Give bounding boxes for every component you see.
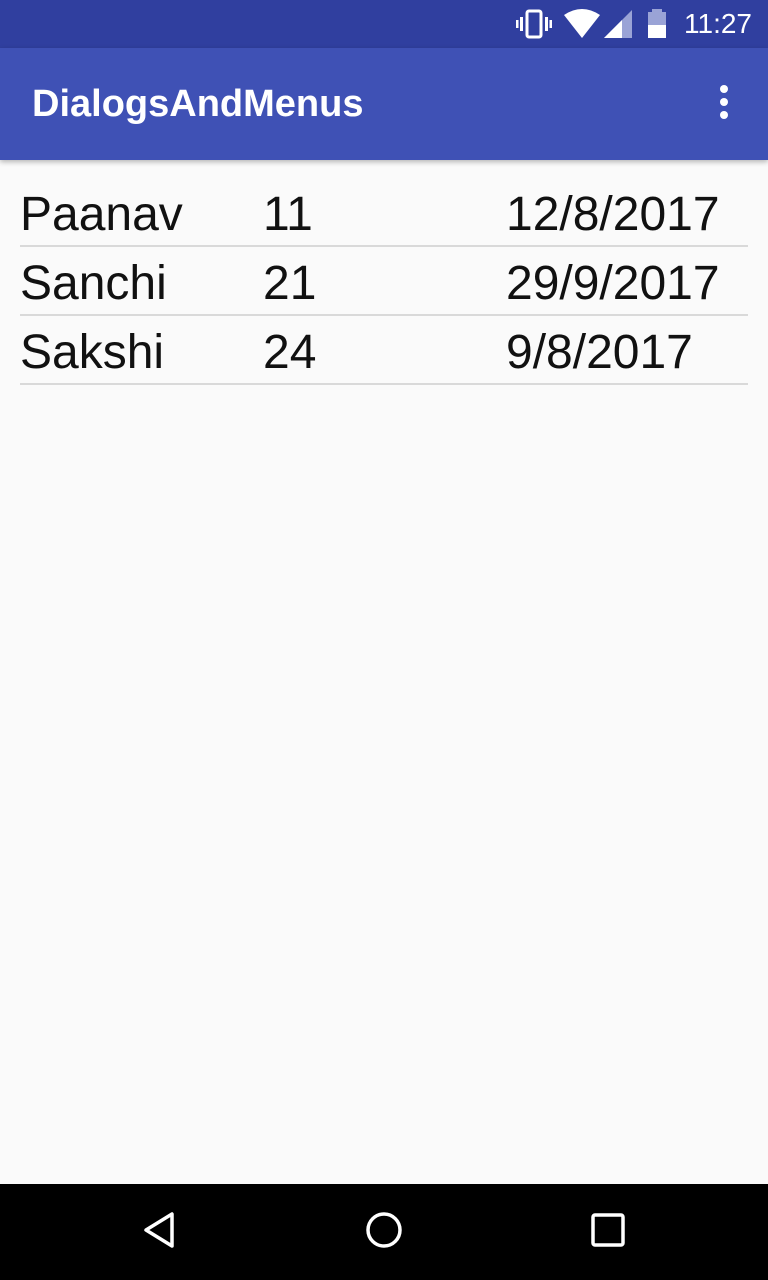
- app-bar: DialogsAndMenus: [0, 48, 768, 160]
- signal-icon: [602, 8, 634, 45]
- list-item-age: 24: [263, 326, 317, 379]
- list-item-name: Sanchi: [20, 257, 167, 310]
- back-button[interactable]: [136, 1208, 184, 1256]
- list-item-date: 9/8/2017: [506, 326, 693, 379]
- battery-icon: [645, 8, 669, 45]
- vibrate-icon: [516, 8, 552, 45]
- wifi-icon: [563, 8, 601, 45]
- list-item[interactable]: Sanchi 21 29/9/2017: [20, 247, 748, 316]
- recents-icon: [590, 1212, 626, 1253]
- list-item-name: Sakshi: [20, 326, 165, 379]
- app-title: DialogsAndMenus: [32, 83, 364, 125]
- recents-button[interactable]: [584, 1208, 632, 1256]
- list-item[interactable]: Paanav 11 12/8/2017: [20, 178, 748, 247]
- list-item[interactable]: Sakshi 24 9/8/2017: [20, 316, 748, 385]
- navigation-bar: [0, 1184, 768, 1280]
- overflow-menu-button[interactable]: [700, 80, 748, 128]
- record-list: Paanav 11 12/8/2017 Sanchi 21 29/9/2017 …: [20, 178, 748, 385]
- list-item-age: 11: [263, 188, 313, 241]
- status-clock: 11:27: [684, 8, 752, 39]
- status-bar: 11:27: [0, 0, 768, 48]
- more-vert-icon: [719, 84, 729, 125]
- list-item-age: 21: [263, 257, 317, 310]
- list-item-date: 29/9/2017: [506, 257, 720, 310]
- home-icon: [364, 1210, 404, 1255]
- list-item-name: Paanav: [20, 188, 183, 241]
- list-item-date: 12/8/2017: [506, 188, 720, 241]
- back-icon: [140, 1210, 180, 1255]
- home-button[interactable]: [360, 1208, 408, 1256]
